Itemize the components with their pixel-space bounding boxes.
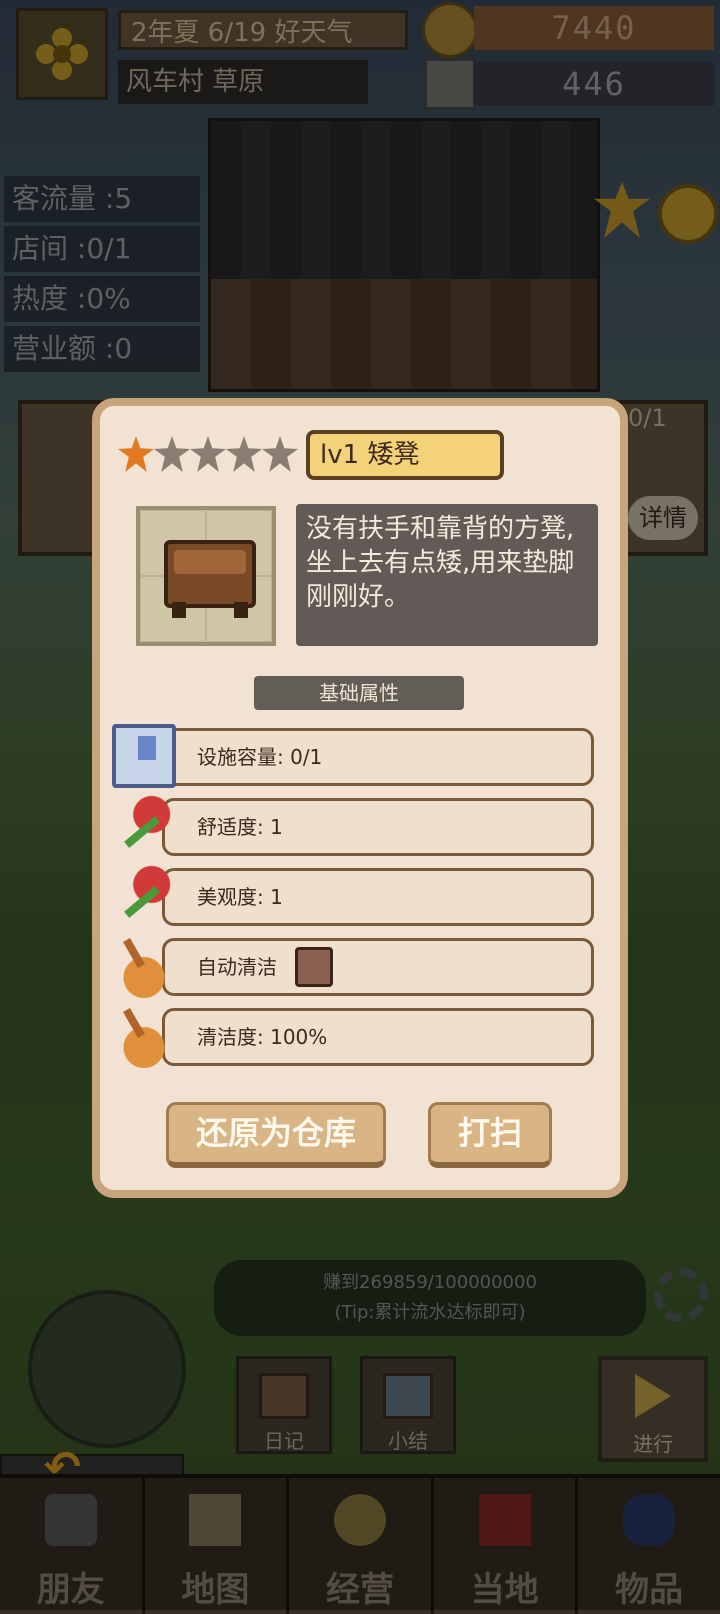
item-image <box>136 506 276 646</box>
storage-icon <box>112 724 176 788</box>
attr-comfort: 舒适度: 1 <box>162 798 594 856</box>
star-icon <box>118 436 154 472</box>
sweep-button[interactable]: 打扫 <box>428 1102 552 1168</box>
star-icon <box>226 436 262 472</box>
star-icon <box>262 436 298 472</box>
item-name: lv1 矮凳 <box>306 430 504 480</box>
item-description: 没有扶手和靠背的方凳,坐上去有点矮,用来垫脚刚刚好。 <box>296 504 598 646</box>
rose-icon <box>112 794 176 858</box>
attr-cleanliness: 清洁度: 100% <box>162 1008 594 1066</box>
auto-clean-checkbox[interactable] <box>295 947 333 987</box>
attr-capacity-text: 设施容量: 0/1 <box>197 745 323 769</box>
section-title: 基础属性 <box>254 676 464 710</box>
stool-icon <box>164 540 256 618</box>
rating-stars <box>118 436 298 472</box>
attr-capacity: 设施容量: 0/1 <box>162 728 594 786</box>
star-icon <box>190 436 226 472</box>
stool-seat <box>174 550 246 574</box>
attr-auto-clean-text: 自动清洁 <box>197 955 277 979</box>
broom-icon <box>112 934 176 998</box>
attr-auto-clean: 自动清洁 <box>162 938 594 996</box>
attr-beauty-text: 美观度: 1 <box>197 885 283 909</box>
star-icon <box>154 436 190 472</box>
stool-leg <box>172 602 186 618</box>
attr-comfort-text: 舒适度: 1 <box>197 815 283 839</box>
rose-icon <box>112 864 176 928</box>
stool-leg <box>234 602 248 618</box>
attr-cleanliness-text: 清洁度: 100% <box>197 1025 328 1049</box>
broom-icon <box>112 1004 176 1068</box>
restore-to-storage-button[interactable]: 还原为仓库 <box>166 1102 386 1168</box>
item-detail-modal: lv1 矮凳 没有扶手和靠背的方凳,坐上去有点矮,用来垫脚刚刚好。 基础属性 设… <box>92 398 628 1198</box>
attr-beauty: 美观度: 1 <box>162 868 594 926</box>
